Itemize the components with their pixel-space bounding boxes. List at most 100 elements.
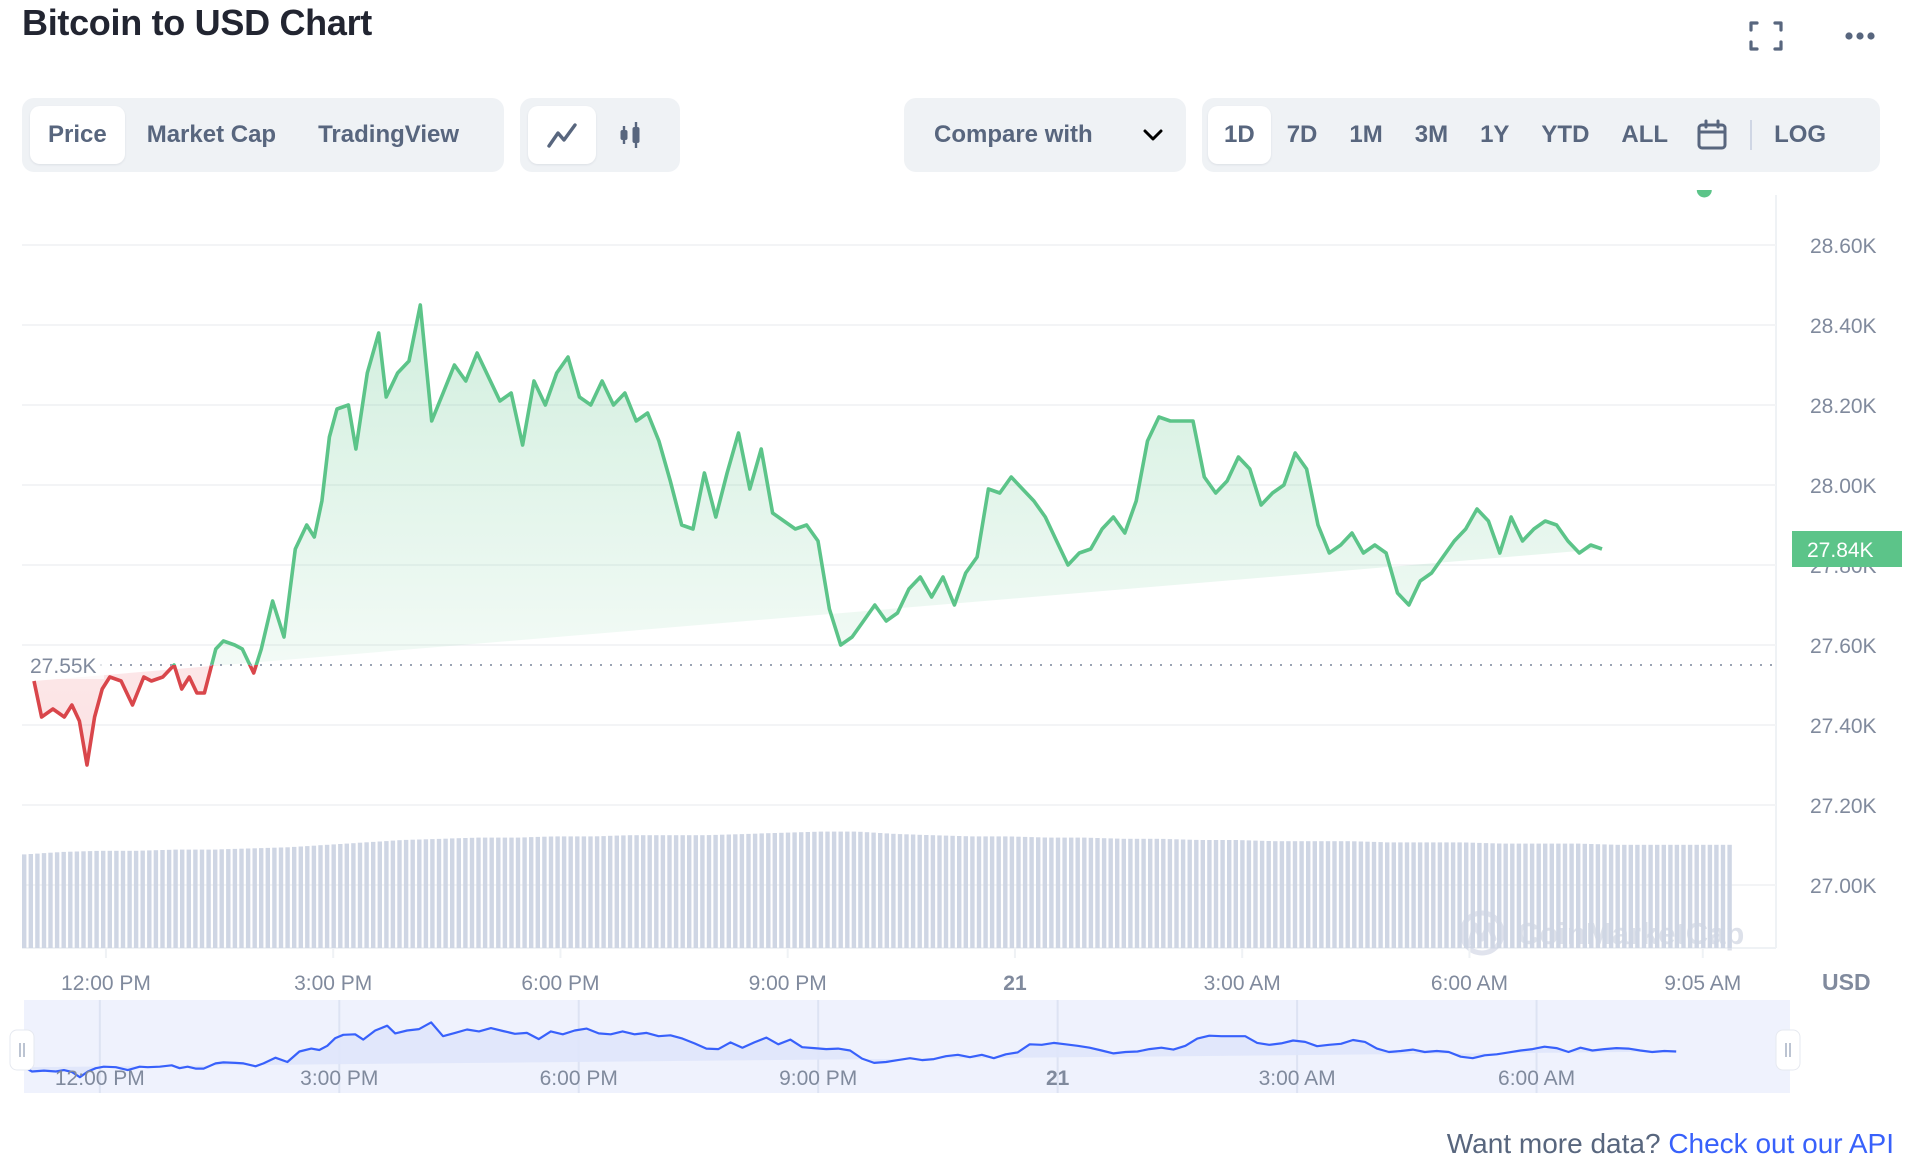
volume-bar [706, 835, 712, 948]
volume-bar [81, 851, 86, 948]
x-tick-label: 12:00 PM [61, 972, 151, 995]
more-options-button[interactable] [1838, 14, 1882, 58]
volume-bar [1180, 839, 1186, 948]
volume-bar [278, 847, 284, 948]
volume-bar [1161, 838, 1166, 948]
volume-bar [1576, 843, 1581, 948]
range-1y[interactable]: 1Y [1464, 106, 1525, 164]
baseline-label: 27.55K [30, 655, 97, 678]
volume-bar [608, 835, 613, 948]
volume-bar [292, 846, 297, 948]
volume-bar [1121, 838, 1126, 948]
line-chart-button[interactable] [528, 106, 596, 164]
volume-bar [950, 835, 955, 948]
x-tick-label: 6:00 AM [1431, 972, 1508, 995]
volume-bar [54, 852, 60, 948]
volume-bar [989, 836, 995, 948]
volume-bar [133, 850, 139, 948]
compare-with-label: Compare with [934, 121, 1093, 148]
volume-bar [219, 849, 224, 948]
volume-bar [390, 840, 396, 948]
volume-bar [1371, 841, 1377, 948]
log-scale-toggle[interactable]: LOG [1762, 106, 1838, 164]
volume-bar [1134, 838, 1140, 948]
volume-bar [1055, 837, 1061, 948]
volume-bar [1069, 837, 1074, 948]
volume-bar [1029, 837, 1034, 948]
volume-bar [377, 841, 382, 948]
volume-bar [1101, 838, 1107, 948]
volume-bar [285, 847, 290, 948]
volume-bar [535, 836, 540, 948]
volume-bar [1602, 844, 1607, 948]
volume-bar [1549, 843, 1554, 948]
range-1m[interactable]: 1M [1333, 106, 1398, 164]
volume-bar [456, 838, 461, 948]
range-7d[interactable]: 7D [1271, 106, 1334, 164]
volume-bar [410, 839, 415, 948]
volume-bar [1464, 842, 1469, 948]
volume-bar [482, 837, 488, 948]
candlestick-icon [620, 122, 640, 148]
tab-tradingview[interactable]: TradingView [298, 106, 479, 164]
volume-bar [41, 853, 47, 948]
volume-bar [1227, 840, 1232, 948]
volume-bar [1411, 842, 1416, 948]
volume-bar [1378, 842, 1383, 948]
y-tick-label: 27.20K [1810, 795, 1877, 818]
volume-bar [1608, 844, 1614, 948]
volume-bar [502, 837, 508, 948]
range-1d[interactable]: 1D [1208, 106, 1271, 164]
api-link[interactable]: Check out our API [1668, 1128, 1894, 1159]
navigator-right-handle[interactable] [1775, 1029, 1801, 1071]
volume-bar [1655, 844, 1660, 948]
date-range-button[interactable] [1684, 106, 1740, 164]
volume-bar [529, 837, 534, 948]
volume-bar [1194, 839, 1199, 948]
y-tick-label: 27.60K [1810, 635, 1877, 658]
navigator-tick-label: 3:00 AM [1259, 1067, 1336, 1090]
compare-with-dropdown[interactable]: Compare with [904, 98, 1186, 172]
volume-bar [147, 850, 152, 948]
price-chart[interactable]: CoinMarketCap 27.55K 28.60K28.40K28.20K2… [0, 190, 1922, 1110]
handle-body[interactable] [9, 1029, 35, 1071]
volume-bar [515, 837, 521, 948]
volume-bar [1595, 844, 1601, 948]
volume-bar [1503, 843, 1508, 948]
range-all[interactable]: ALL [1605, 106, 1684, 164]
navigator[interactable]: 12:00 PM 3:00 PM 6:00 PM 9:00 PM 21 3:00 AM 6:… [9, 1000, 1801, 1093]
handle-body[interactable] [1775, 1029, 1801, 1071]
volume-bar [1167, 839, 1173, 948]
volume-bar [199, 849, 205, 948]
volume-bar [1714, 844, 1719, 948]
volume-bar [450, 838, 455, 948]
volume-bar [107, 850, 112, 948]
tab-market-cap[interactable]: Market Cap [125, 106, 298, 164]
tab-price[interactable]: Price [30, 106, 125, 164]
candlestick-button[interactable] [596, 106, 664, 164]
fullscreen-button[interactable] [1744, 14, 1788, 58]
volume-bar [858, 831, 863, 948]
volume-bar [726, 834, 731, 948]
volume-bar [1213, 840, 1219, 948]
volume-bar [621, 835, 626, 948]
volume-bar [1424, 842, 1429, 948]
volume-bar [641, 835, 646, 948]
volume-bar [1457, 842, 1462, 948]
volume-bar [634, 835, 639, 948]
price-line-down [32, 665, 259, 767]
volume-bar [1641, 844, 1647, 948]
navigator-left-handle[interactable] [9, 1029, 35, 1071]
volume-bar [1569, 843, 1574, 948]
navigator-tick-label: 9:00 PM [779, 1067, 857, 1090]
volume-bar [213, 849, 218, 948]
volume-bar [1187, 839, 1192, 948]
volume-bar [1497, 843, 1502, 948]
volume-bar [1082, 837, 1087, 948]
range-ytd[interactable]: YTD [1525, 106, 1605, 164]
volume-bar [654, 835, 659, 948]
range-3m[interactable]: 3M [1399, 106, 1464, 164]
volume-bar [660, 835, 666, 948]
volume-bar [792, 832, 797, 948]
volume-bar [371, 841, 376, 948]
